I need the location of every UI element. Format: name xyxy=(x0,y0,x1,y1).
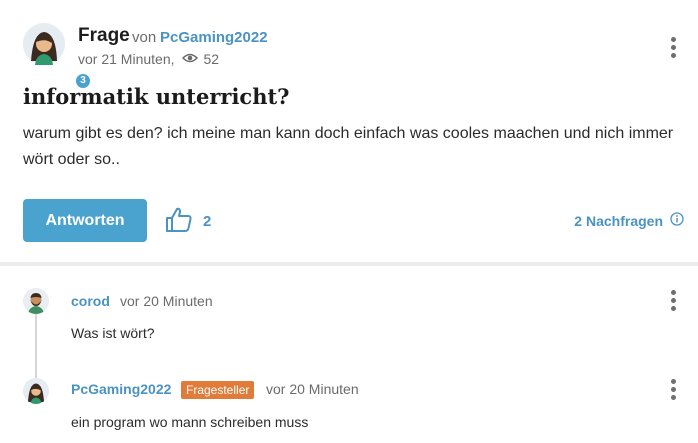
comment-more-icon[interactable] xyxy=(671,290,677,311)
info-icon xyxy=(670,212,684,229)
question-title: informatik unterricht? xyxy=(23,84,290,109)
question-card: 3 Frage von PcGaming2022 vor 21 Minuten,… xyxy=(0,0,698,262)
question-more-icon[interactable] xyxy=(671,37,677,58)
comment-avatar[interactable] xyxy=(23,378,49,404)
comment-text: ein program wo mann schreiben muss xyxy=(71,414,309,430)
comments-section: corod vor 20 Minuten Was ist wört? PcGam… xyxy=(0,266,698,443)
like-button[interactable]: 2 xyxy=(165,206,211,237)
comment-author-link[interactable]: corod xyxy=(71,293,110,309)
comment-avatar[interactable] xyxy=(23,288,49,314)
view-count: 52 xyxy=(203,51,220,67)
comment-text: Was ist wört? xyxy=(71,325,155,341)
question-time: vor 21 Minuten, xyxy=(78,51,175,67)
post-type-label: Frage xyxy=(78,25,130,46)
woman-avatar-icon xyxy=(23,378,49,404)
von-label: von xyxy=(132,29,157,46)
question-meta: vor 21 Minuten, 52 xyxy=(78,51,219,67)
comment-author-link[interactable]: PcGaming2022 xyxy=(71,381,171,397)
author-avatar[interactable]: 3 xyxy=(23,23,92,90)
asker-badge: Fragesteller xyxy=(181,381,255,399)
comment-time: vor 20 Minuten xyxy=(266,381,359,397)
thread-line xyxy=(35,311,37,381)
woman-avatar-icon xyxy=(23,23,65,65)
answer-button[interactable]: Antworten xyxy=(23,199,147,242)
thumbs-up-icon xyxy=(165,206,193,237)
nachfragen-link[interactable]: 2 Nachfragen xyxy=(574,212,684,229)
comment-more-icon[interactable] xyxy=(671,379,677,400)
eye-icon xyxy=(181,51,198,67)
like-count: 2 xyxy=(203,213,212,230)
question-body: warum gibt es den? ich meine man kann do… xyxy=(23,125,674,168)
man-avatar-icon xyxy=(23,288,49,314)
comment-time: vor 20 Minuten xyxy=(120,293,213,309)
nachfragen-label: 2 Nachfragen xyxy=(574,212,663,229)
question-author-link[interactable]: PcGaming2022 xyxy=(160,29,268,46)
